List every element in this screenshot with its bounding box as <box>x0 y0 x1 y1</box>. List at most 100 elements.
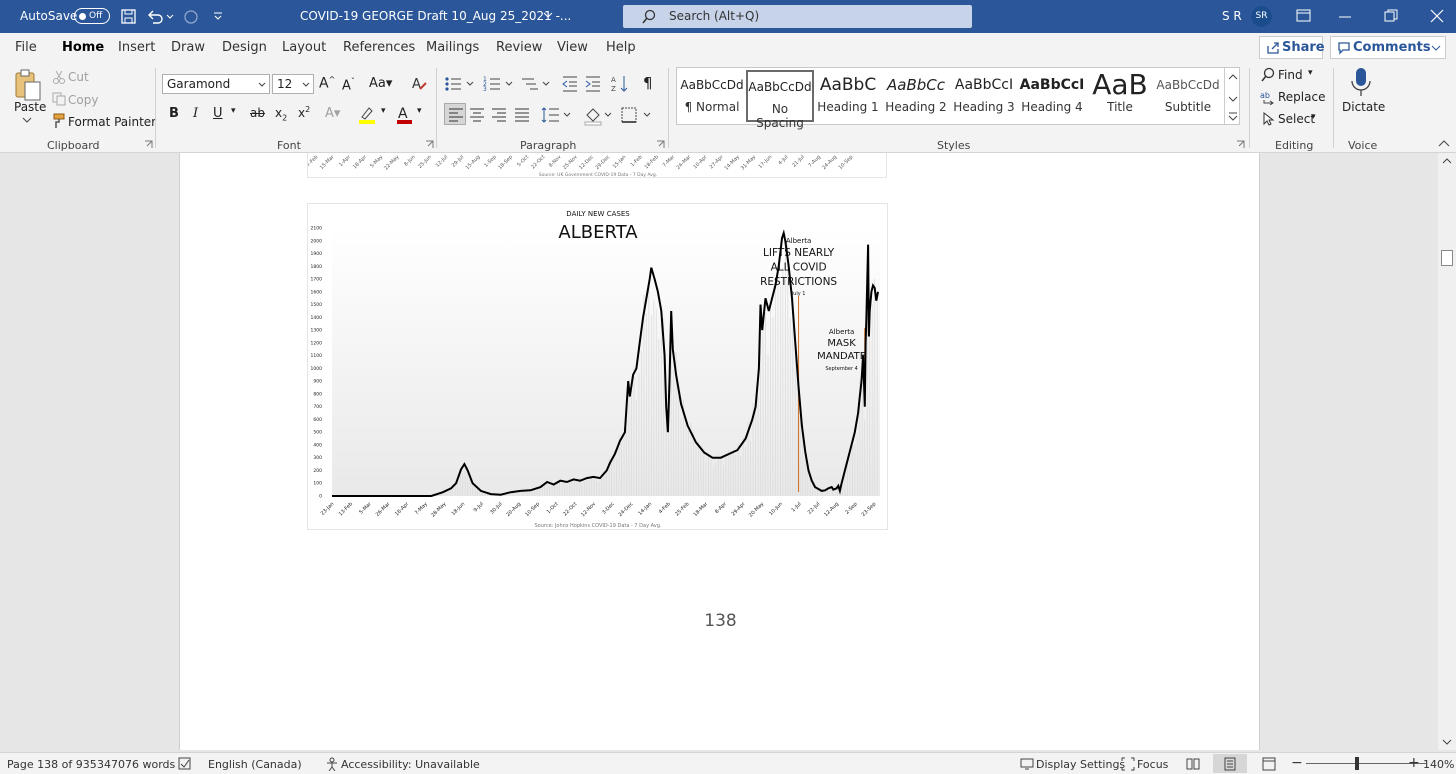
format-painter-icon[interactable] <box>50 113 66 129</box>
styles-scroll[interactable] <box>1224 67 1240 125</box>
close-icon[interactable] <box>1430 9 1444 23</box>
find-icon[interactable] <box>1260 67 1276 83</box>
display-settings-icon[interactable] <box>1020 757 1034 771</box>
paste-button[interactable]: Paste <box>14 100 46 114</box>
highlight-dropdown-icon[interactable]: ▾ <box>381 106 386 116</box>
numbering-icon[interactable]: 123 <box>483 75 513 93</box>
tab-insert[interactable]: Insert <box>118 40 155 55</box>
tab-layout[interactable]: Layout <box>282 40 326 55</box>
scroll-down-icon[interactable] <box>1442 738 1452 746</box>
sort-icon[interactable]: AZ <box>610 74 630 94</box>
ribbon-display-icon[interactable] <box>1296 9 1312 23</box>
shading-icon[interactable] <box>583 106 613 126</box>
align-right-icon[interactable] <box>491 107 507 123</box>
style-normal[interactable]: AaBbCcDd ¶ Normal <box>678 70 746 122</box>
save-icon[interactable] <box>120 8 138 26</box>
web-layout-icon[interactable] <box>1262 757 1276 771</box>
copy-button[interactable]: Copy <box>68 93 98 107</box>
search-input[interactable]: Search (Alt+Q) <box>623 5 972 28</box>
page-count[interactable]: Page 138 of 935 <box>7 758 97 771</box>
cut-button[interactable]: Cut <box>68 70 89 84</box>
word-count[interactable]: 347076 words <box>97 758 175 771</box>
customize-quick-access-icon[interactable] <box>212 10 224 22</box>
dictate-button[interactable]: Dictate <box>1342 100 1385 114</box>
font-name-select[interactable]: Garamond <box>162 74 270 94</box>
alberta-chart-image[interactable]: DAILY NEW CASES ALBERTA 0 100 200 300 400 500… <box>307 203 888 530</box>
increase-indent-icon[interactable] <box>584 75 602 93</box>
collapse-ribbon-icon[interactable] <box>1438 140 1450 148</box>
zoom-slider-thumb[interactable] <box>1355 757 1359 770</box>
style-title[interactable]: AaB Title <box>1086 70 1154 122</box>
zoom-level[interactable]: 140% <box>1423 758 1454 771</box>
italic-icon[interactable]: I <box>193 106 198 121</box>
decrease-indent-icon[interactable] <box>561 75 579 93</box>
underline-icon[interactable]: U <box>213 106 223 121</box>
tab-home[interactable]: Home <box>62 40 105 65</box>
copy-icon[interactable] <box>52 92 66 106</box>
style-heading-3[interactable]: AaBbCcI Heading 3 <box>950 70 1018 122</box>
dialog-launcher-icon[interactable] <box>144 140 153 149</box>
multilevel-list-icon[interactable] <box>520 75 550 93</box>
paste-icon[interactable] <box>13 68 43 102</box>
clear-formatting-icon[interactable]: A <box>410 75 428 93</box>
format-painter-button[interactable]: Format Painter <box>68 115 156 129</box>
focus-icon[interactable] <box>1121 757 1135 771</box>
zoom-out-button[interactable]: − <box>1291 755 1303 771</box>
tab-mailings[interactable]: Mailings <box>426 40 479 55</box>
shrink-font-icon[interactable]: Aˇ <box>342 77 355 93</box>
find-button[interactable]: Find <box>1278 68 1303 82</box>
document-title[interactable]: COVID-19 GEORGE Draft 10_Aug 25_2021 -..… <box>300 9 571 23</box>
autosave-toggle[interactable]: Off <box>74 8 110 24</box>
microphone-icon[interactable] <box>1350 67 1372 99</box>
align-left-button[interactable] <box>444 103 466 125</box>
grow-font-icon[interactable]: A^ <box>319 75 335 92</box>
style-heading-4[interactable]: AaBbCcI Heading 4 <box>1018 70 1086 122</box>
redo-icon[interactable] <box>182 8 200 26</box>
scroll-up-icon[interactable] <box>1442 157 1452 165</box>
focus-button[interactable]: Focus <box>1137 758 1168 771</box>
vertical-scrollbar[interactable] <box>1438 153 1456 750</box>
borders-icon[interactable] <box>620 106 652 124</box>
tab-draw[interactable]: Draw <box>171 40 205 55</box>
bold-icon[interactable]: B <box>169 106 179 121</box>
change-case-icon[interactable]: Aa▾ <box>369 76 392 91</box>
superscript-icon[interactable]: x2 <box>298 105 310 120</box>
find-dropdown-icon[interactable]: ▾ <box>1308 68 1313 78</box>
tab-view[interactable]: View <box>557 40 588 55</box>
zoom-in-button[interactable]: + <box>1408 755 1420 771</box>
dialog-launcher-icon[interactable] <box>1236 140 1245 149</box>
tab-file[interactable]: File <box>15 40 37 55</box>
bullets-icon[interactable] <box>444 75 474 93</box>
underline-dropdown-icon[interactable]: ▾ <box>231 106 236 116</box>
subscript-icon[interactable]: x2 <box>275 106 287 122</box>
tab-design[interactable]: Design <box>222 40 267 55</box>
dialog-launcher-icon[interactable] <box>656 140 665 149</box>
language[interactable]: English (Canada) <box>208 758 302 771</box>
line-spacing-icon[interactable] <box>541 106 571 124</box>
style-heading-2[interactable]: AaBbCc Heading 2 <box>882 70 950 122</box>
tab-references[interactable]: References <box>343 40 415 55</box>
replace-button[interactable]: Replace <box>1278 90 1325 104</box>
accessibility-icon[interactable] <box>325 757 339 771</box>
select-cursor-icon[interactable] <box>1260 111 1276 127</box>
undo-icon[interactable] <box>146 8 176 26</box>
chevron-down-icon[interactable] <box>22 117 32 125</box>
align-center-icon[interactable] <box>469 107 485 123</box>
font-color-dropdown-icon[interactable]: ▾ <box>417 106 422 116</box>
read-mode-icon[interactable] <box>1186 757 1200 771</box>
justify-icon[interactable] <box>514 107 530 123</box>
share-button[interactable]: Share <box>1259 36 1325 59</box>
display-settings-button[interactable]: Display Settings <box>1036 758 1125 771</box>
text-effects-icon[interactable]: A▾ <box>325 106 340 121</box>
tab-help[interactable]: Help <box>606 40 636 55</box>
replace-icon[interactable]: ab <box>1260 89 1276 105</box>
cut-icon[interactable] <box>52 70 66 84</box>
minimize-icon[interactable] <box>1338 10 1352 24</box>
strikethrough-icon[interactable]: ab <box>250 106 265 120</box>
scroll-thumb[interactable] <box>1441 250 1453 266</box>
style-no-spacing[interactable]: AaBbCcDd No Spacing <box>746 70 814 130</box>
show-formatting-marks-icon[interactable]: ¶ <box>643 74 653 92</box>
print-layout-button[interactable] <box>1213 754 1247 773</box>
select-button[interactable]: Select <box>1278 112 1315 126</box>
document-page[interactable]: 27-Feb 15-Mar 1-Apr 18-Apr 5-May 22-May 8-Jun 2… <box>179 153 1260 750</box>
